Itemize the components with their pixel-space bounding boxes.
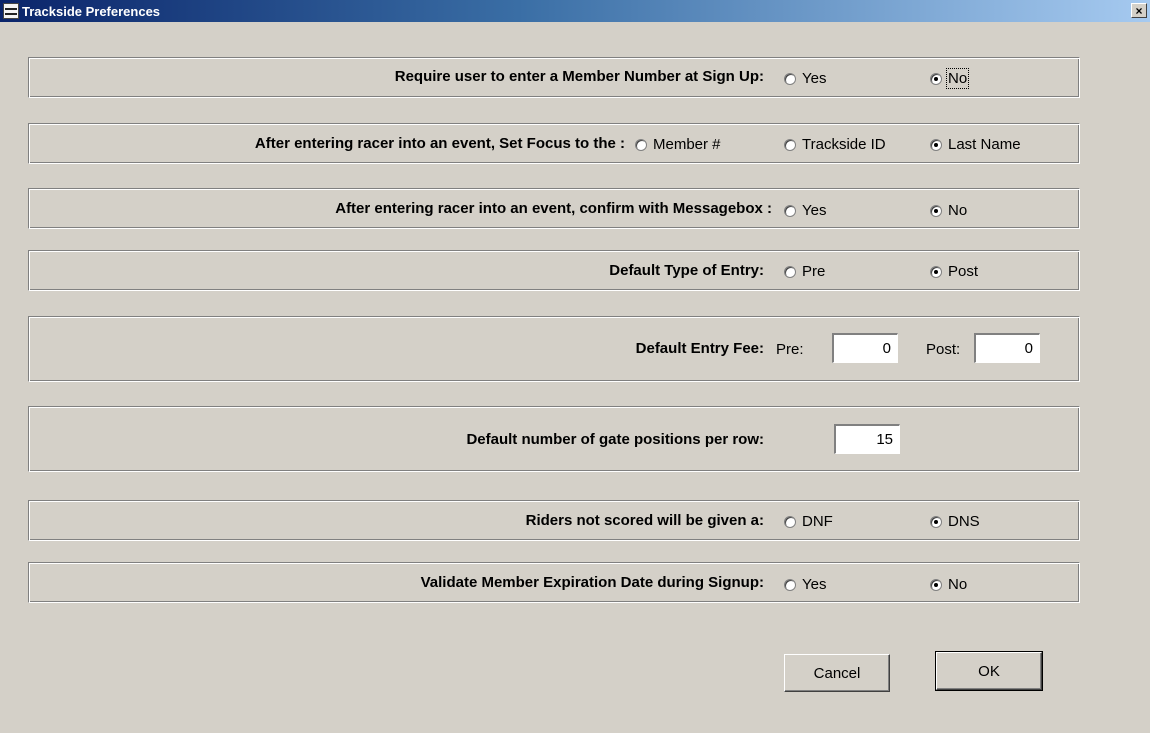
radio-checked-icon [930,72,942,85]
post-fee-label: Post: [926,341,961,358]
ok-button[interactable]: OK [935,651,1043,691]
gate-positions-input[interactable] [834,424,900,454]
confirm-no-radio[interactable]: No [930,202,967,219]
entry-type-panel [28,250,1080,291]
radio-checked-icon [930,265,942,278]
radio-icon [784,515,796,528]
confirm-yes-radio[interactable]: Yes [784,202,826,219]
app-icon [3,3,19,19]
focus-trackside-id-radio[interactable]: Trackside ID [784,136,886,153]
confirm-messagebox-label: After entering racer into an event, conf… [335,200,772,217]
radio-icon [784,204,796,217]
post-fee-input[interactable] [974,333,1040,363]
gate-positions-label: Default number of gate positions per row… [466,431,764,448]
entry-fee-panel [28,316,1080,382]
focus-last-name-radio[interactable]: Last Name [930,136,1021,153]
set-focus-label: After entering racer into an event, Set … [254,135,625,152]
title-bar: Trackside Preferences × [0,0,1150,22]
focus-member-radio[interactable]: Member # [635,136,721,153]
expiration-no-radio[interactable]: No [930,576,967,593]
radio-checked-icon [930,204,942,217]
pre-fee-label: Pre: [776,341,804,358]
preferences-dialog: Require user to enter a Member Number at… [6,22,1144,727]
expiration-yes-radio[interactable]: Yes [784,576,826,593]
close-button[interactable]: × [1131,3,1147,18]
pre-fee-input[interactable] [832,333,898,363]
not-scored-label: Riders not scored will be given a: [525,512,764,529]
expiration-label: Validate Member Expiration Date during S… [420,574,764,591]
dns-radio[interactable]: DNS [930,513,980,530]
radio-icon [784,265,796,278]
radio-checked-icon [930,578,942,591]
entry-fee-label: Default Entry Fee: [635,340,764,357]
member-number-yes-radio[interactable]: Yes [784,70,826,87]
entry-pre-radio[interactable]: Pre [784,263,825,280]
dnf-radio[interactable]: DNF [784,513,833,530]
entry-type-label: Default Type of Entry: [609,262,764,279]
entry-post-radio[interactable]: Post [930,263,978,280]
radio-icon [635,138,647,151]
window-title: Trackside Preferences [22,3,161,19]
radio-checked-icon [930,515,942,528]
member-number-label: Require user to enter a Member Number at… [394,68,764,85]
radio-checked-icon [930,138,942,151]
radio-icon [784,72,796,85]
radio-icon [784,138,796,151]
radio-icon [784,578,796,591]
cancel-button[interactable]: Cancel [784,654,890,692]
member-number-no-radio[interactable]: No [930,68,970,89]
